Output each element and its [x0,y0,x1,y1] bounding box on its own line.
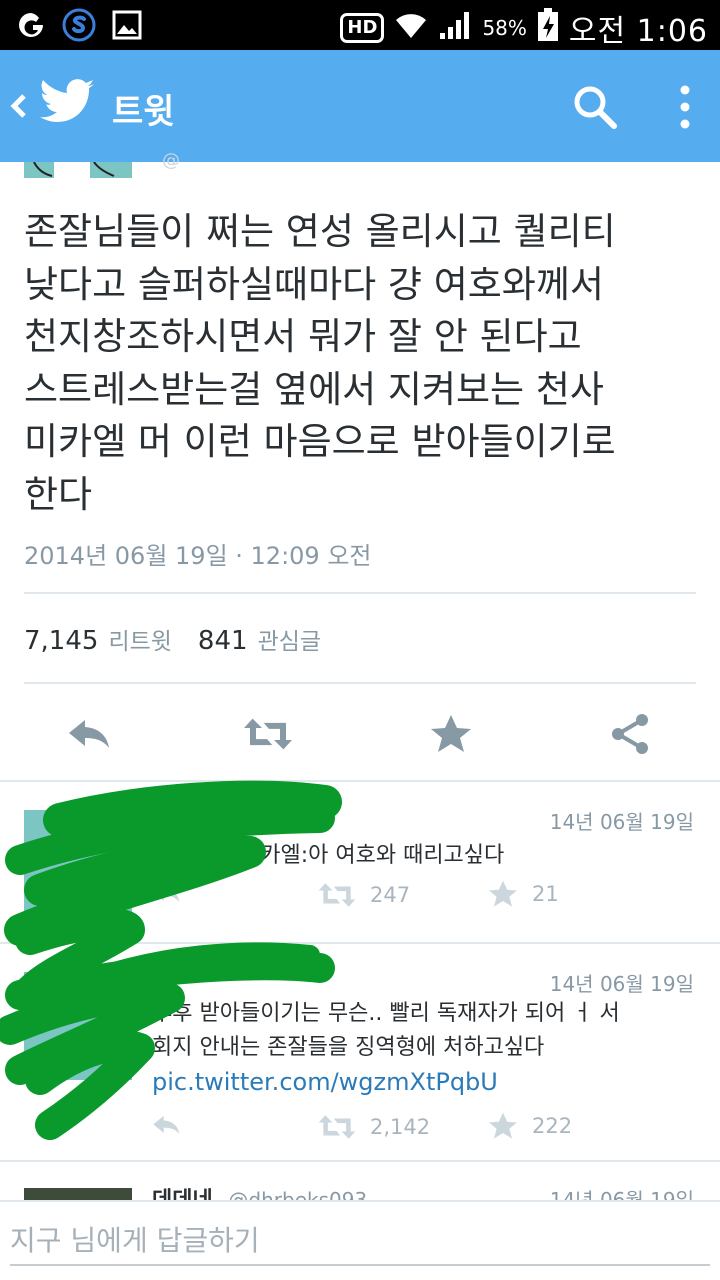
reply-date: 14년 06월 19일 [549,810,694,834]
reply-action-retweet[interactable]: 247 [318,882,410,908]
reply-retweet-count: 2,142 [370,1115,431,1139]
reply-input[interactable] [10,1216,710,1266]
reply-action-favorite[interactable]: 21 [488,880,559,908]
reply-text-line1: 후후 받아들이기는 무슨.. 빨리 독재자가 되어 ㅓ 서 [152,1001,620,1026]
reply-media-link[interactable]: pic.twitter.com/wgzmXtPqbU [152,1068,498,1096]
retweet-icon [318,1115,356,1139]
reply-favorite-count: 21 [532,882,559,906]
reply-avatar[interactable] [24,810,132,918]
reply-action-favorite[interactable]: 222 [488,1112,572,1140]
favorite-count[interactable]: 841 [198,626,248,656]
battery-percent: 58% [482,16,527,40]
clock: 오전 1:06 [568,14,708,49]
reply-text-line2: 회지 안내는 존잘들을 징역형에 처하고싶다 [152,1035,545,1060]
reply-icon[interactable] [66,712,114,756]
tweet-text: 존잘님들이 쩌는 연성 올리시고 퀄리티 낮다고 슬퍼하실때마다 걍 여호와께서… [24,210,616,516]
retweet-count[interactable]: 7,145 [24,626,98,656]
reply-avatar[interactable] [24,972,132,1080]
battery-icon [537,8,559,48]
g-icon [14,8,48,42]
reply-tweet[interactable]: 14년 06월 19일 후후 받아들이기는 무슨.. 빨리 독재자가 되어 ㅓ … [0,944,720,1160]
retweet-label: 리트윗 [108,629,172,655]
retweet-icon[interactable] [244,712,292,756]
reply-favorite-count: 222 [532,1114,573,1138]
reply-tweet[interactable]: 14년 06월 19일 미카엘:아 여호와 때리고싶다 247 21 [0,782,720,942]
reply-retweet-count: 247 [370,883,411,907]
author-avatar[interactable] [24,162,132,178]
search-icon[interactable] [572,84,618,130]
reply-tweet[interactable]: 데데네 @dhrbeks093 14년 06월 19일 [0,1162,720,1202]
gallery-icon [110,8,144,42]
page-title: 트윗 [112,92,175,132]
retweet-icon [318,883,356,907]
reply-composer [0,1200,720,1280]
back-icon[interactable] [8,86,30,126]
reply-text: 미카엘:아 여호와 때리고싶다 [240,843,505,868]
signal-icon [438,9,472,47]
divider [24,592,696,594]
author-handle: @ [162,150,180,171]
share-icon[interactable] [606,712,654,756]
s-icon [62,8,96,42]
favorite-label: 관심글 [257,629,322,655]
status-bar: HD 58% 오전 1:06 [0,0,720,50]
tweet-timestamp: 2014년 06월 19일 · 12:09 오전 [24,542,372,570]
reply-action-reply[interactable] [152,882,182,904]
reply-date: 14년 06월 19일 [549,972,694,996]
reply-icon [153,1115,180,1135]
favorite-icon [489,1112,517,1139]
favorite-icon [489,880,517,907]
reply-action-retweet[interactable]: 2,142 [318,1114,430,1140]
favorite-icon[interactable] [427,712,475,756]
more-vert-icon[interactable] [668,82,702,132]
twitter-bird-icon[interactable] [40,78,96,128]
app-bar: 트윗 [0,50,720,162]
divider [24,682,696,684]
tweet-stats: 7,145 리트윗 841 관심글 [24,622,321,656]
reply-author-name: 데데네 @dhrbeks093 [152,1182,367,1202]
reply-action-reply[interactable] [152,1114,182,1136]
hd-badge: HD [340,13,385,43]
wifi-icon [394,10,428,46]
